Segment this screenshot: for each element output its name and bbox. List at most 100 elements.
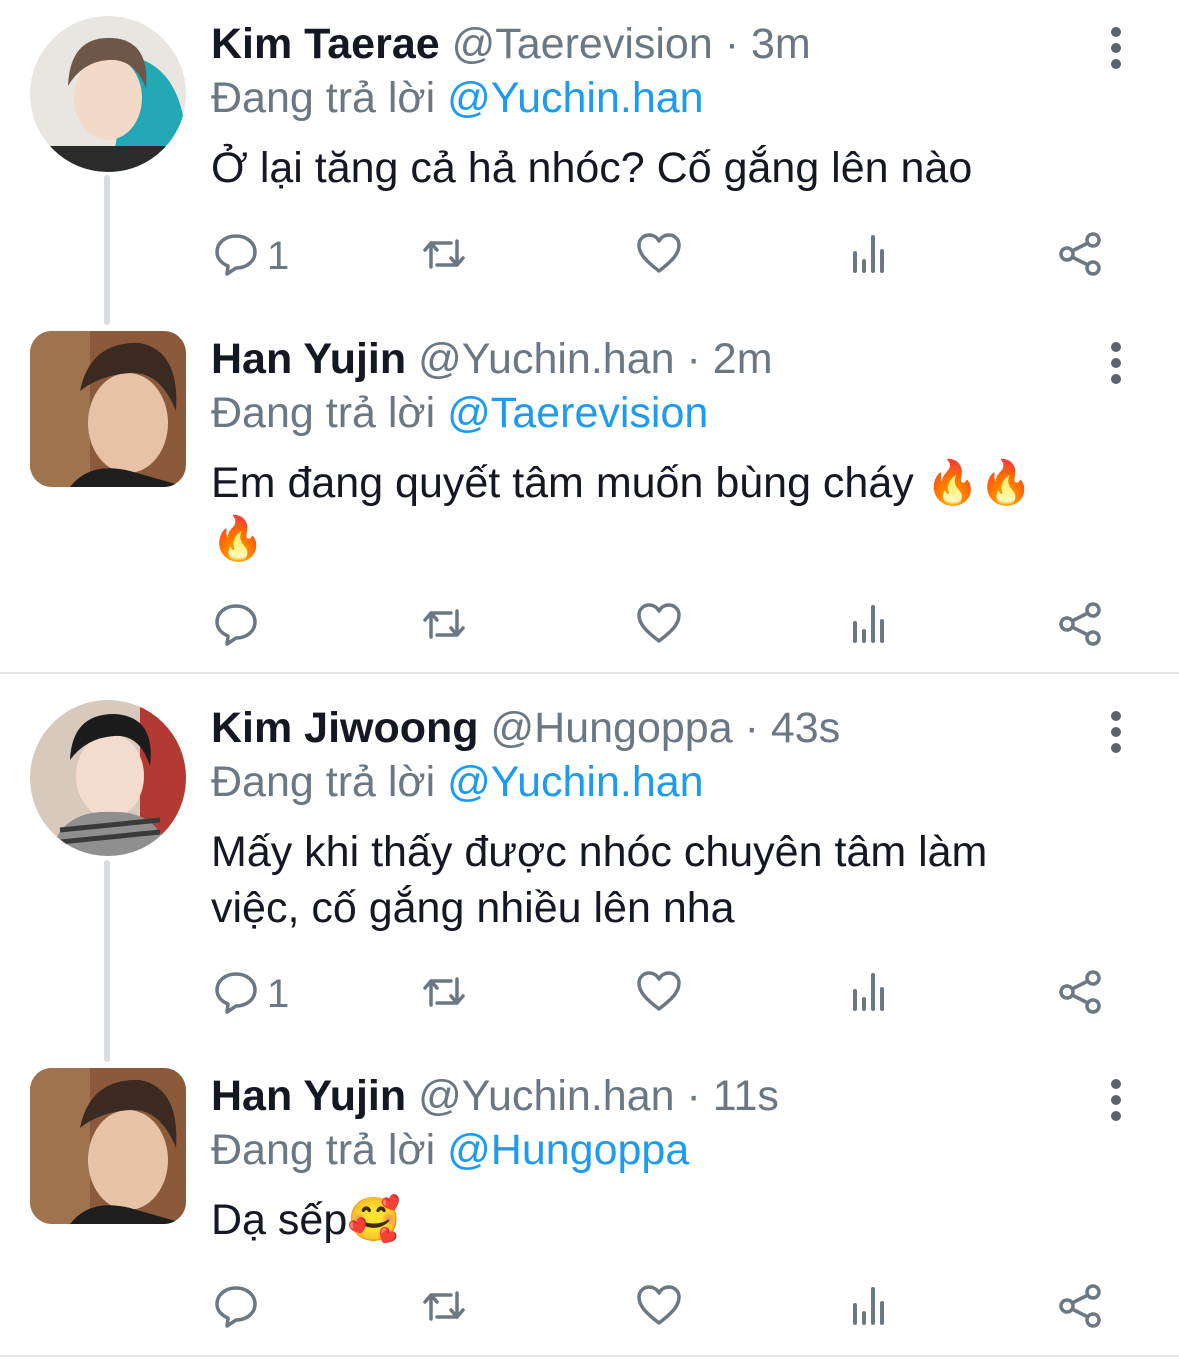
heart-icon	[636, 231, 682, 282]
share-icon	[1057, 1283, 1103, 1334]
avatar[interactable]	[30, 331, 186, 487]
username[interactable]: @Yuchin.han	[418, 1072, 674, 1120]
share-button[interactable]	[1057, 596, 1103, 656]
reply-count: 1	[267, 971, 290, 1016]
tweet-header: Han Yujin @Yuchin.han · 2m	[211, 331, 773, 387]
heart-icon	[636, 969, 682, 1020]
heart-icon	[636, 1283, 682, 1334]
tweet-text: Mấy khi thấy được nhóc chuyên tâm làm vi…	[211, 824, 1111, 936]
reply-icon	[213, 1283, 259, 1334]
share-button[interactable]	[1057, 226, 1103, 286]
display-name[interactable]: Kim Taerae	[211, 20, 440, 68]
tweet-text-line: việc, cố gắng nhiều lên nha	[211, 884, 735, 932]
separator-dot: ·	[744, 704, 759, 752]
retweet-button[interactable]	[421, 964, 467, 1024]
username[interactable]: @Yuchin.han	[418, 335, 674, 383]
username[interactable]: @Hungoppa	[491, 704, 733, 752]
replying-to: Đang trả lời @Taerevision	[211, 385, 708, 441]
tweet-text-line: Mấy khi thấy được nhóc chuyên tâm làm	[211, 828, 988, 876]
views-icon	[847, 231, 893, 282]
reply-button[interactable]: 1	[213, 964, 289, 1024]
share-button[interactable]	[1057, 964, 1103, 1024]
separator-dot: ·	[686, 1072, 701, 1120]
tweet-actions: 1	[0, 964, 1179, 1024]
display-name[interactable]: Han Yujin	[211, 1072, 406, 1120]
heart-icon	[636, 601, 682, 652]
replying-to: Đang trả lời @Hungoppa	[211, 1122, 689, 1178]
tweet-text-line: Ở lại tăng cả hả nhóc? Cố gắng lên nào	[211, 144, 973, 192]
views-button[interactable]	[847, 226, 893, 286]
tweet[interactable]: Kim Taerae @Taerevision · 3m Đang trả lờ…	[0, 16, 1179, 306]
tweet[interactable]: Han Yujin @Yuchin.han · 11s Đang trả lời…	[0, 1068, 1179, 1348]
replying-to-label: Đang trả lời	[211, 758, 436, 806]
like-button[interactable]	[636, 1278, 682, 1338]
separator-dot: ·	[686, 335, 701, 383]
retweet-button[interactable]	[421, 226, 467, 286]
tweet[interactable]: Han Yujin @Yuchin.han · 2m Đang trả lời …	[0, 331, 1179, 661]
tweet-header: Han Yujin @Yuchin.han · 11s	[211, 1068, 779, 1124]
tweet-text-line: Em đang quyết tâm muốn bùng cháy 🔥🔥	[211, 459, 1033, 507]
retweet-icon	[421, 969, 467, 1020]
share-icon	[1057, 231, 1103, 282]
tweet-header: Kim Jiwoong @Hungoppa · 43s	[211, 700, 840, 756]
avatar[interactable]	[30, 700, 186, 856]
retweet-icon	[421, 1283, 467, 1334]
reply-button[interactable]	[213, 596, 267, 656]
username[interactable]: @Taerevision	[452, 20, 713, 68]
display-name[interactable]: Kim Jiwoong	[211, 704, 479, 752]
tweet-actions: 1	[0, 226, 1179, 286]
views-button[interactable]	[847, 596, 893, 656]
replying-to-label: Đang trả lời	[211, 1126, 436, 1174]
separator-dot: ·	[724, 20, 740, 68]
retweet-button[interactable]	[421, 596, 467, 656]
mention-link[interactable]: @Taerevision	[447, 389, 708, 437]
views-icon	[847, 969, 893, 1020]
retweet-button[interactable]	[421, 1278, 467, 1338]
views-button[interactable]	[847, 1278, 893, 1338]
mention-link[interactable]: @Yuchin.han	[447, 758, 703, 806]
like-button[interactable]	[636, 226, 682, 286]
avatar[interactable]	[30, 1068, 186, 1224]
timestamp[interactable]: 11s	[713, 1072, 779, 1120]
like-button[interactable]	[636, 596, 682, 656]
display-name[interactable]: Han Yujin	[211, 335, 406, 383]
mention-link[interactable]: @Yuchin.han	[447, 74, 703, 122]
reply-button[interactable]	[213, 1278, 267, 1338]
timestamp[interactable]: 3m	[751, 20, 811, 68]
retweet-icon	[421, 231, 467, 282]
tweet-text-line: 🔥	[211, 515, 265, 563]
like-button[interactable]	[636, 964, 682, 1024]
timestamp[interactable]: 2m	[713, 335, 773, 383]
tweet-text: Em đang quyết tâm muốn bùng cháy 🔥🔥 🔥	[211, 455, 1111, 567]
thread-divider	[0, 672, 1179, 674]
share-icon	[1057, 601, 1103, 652]
more-vertical-icon[interactable]	[1098, 710, 1134, 754]
more-vertical-icon[interactable]	[1098, 1078, 1134, 1122]
tweet-actions	[0, 1278, 1179, 1338]
tweet[interactable]: Kim Jiwoong @Hungoppa · 43s Đang trả lời…	[0, 700, 1179, 1040]
reply-icon	[213, 231, 259, 282]
more-vertical-icon[interactable]	[1098, 341, 1134, 385]
replying-to-label: Đang trả lời	[211, 389, 436, 437]
replying-to: Đang trả lời @Yuchin.han	[211, 754, 704, 810]
more-vertical-icon[interactable]	[1098, 26, 1134, 70]
bottom-divider	[0, 1355, 1179, 1357]
reply-count: 1	[267, 233, 290, 278]
replying-to: Đang trả lời @Yuchin.han	[211, 70, 704, 126]
views-button[interactable]	[847, 964, 893, 1024]
share-button[interactable]	[1057, 1278, 1103, 1338]
avatar[interactable]	[30, 16, 186, 172]
tweet-text: Dạ sếp🥰	[211, 1192, 1111, 1248]
tweet-header: Kim Taerae @Taerevision · 3m	[211, 16, 811, 72]
tweet-actions	[0, 596, 1179, 656]
timestamp[interactable]: 43s	[771, 704, 840, 752]
reply-button[interactable]: 1	[213, 226, 289, 286]
tweet-text-line: Dạ sếp🥰	[211, 1196, 401, 1244]
replying-to-label: Đang trả lời	[211, 74, 436, 122]
mention-link[interactable]: @Hungoppa	[447, 1126, 689, 1174]
views-icon	[847, 601, 893, 652]
share-icon	[1057, 969, 1103, 1020]
views-icon	[847, 1283, 893, 1334]
tweet-text: Ở lại tăng cả hả nhóc? Cố gắng lên nào	[211, 140, 1111, 196]
retweet-icon	[421, 601, 467, 652]
